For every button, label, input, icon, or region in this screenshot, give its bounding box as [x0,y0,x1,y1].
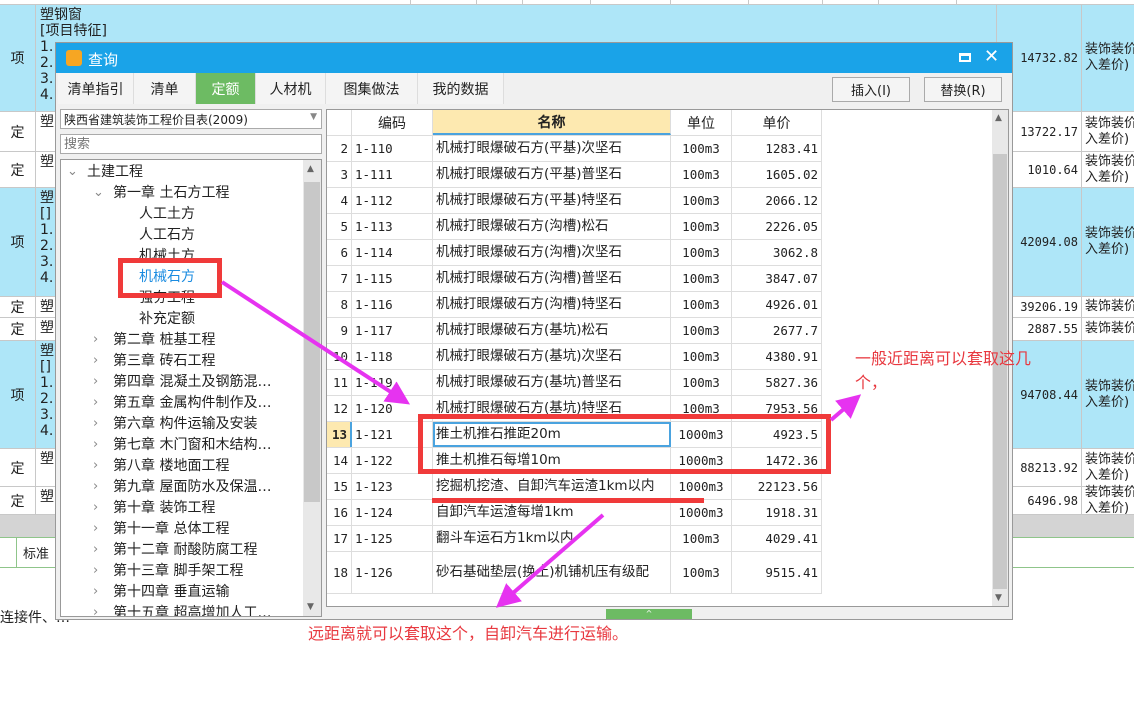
arrow-to-near-note [829,394,862,422]
annotation-far: 远距离就可以套取这个，自卸汽车进行运输。 [308,624,629,643]
annotation-near: 一般近距离可以套取这几个， [855,349,1032,392]
arrow-to-far-note [495,513,605,608]
arrow-tree-to-grid [220,280,411,405]
